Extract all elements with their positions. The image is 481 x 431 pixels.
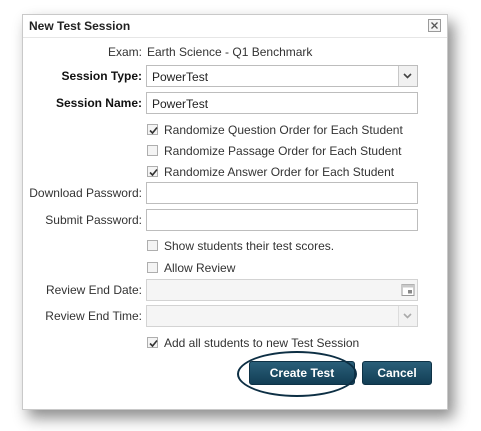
review-end-time-label: Review End Time: [45, 309, 142, 323]
submit-password-input[interactable] [146, 209, 418, 231]
exam-value: Earth Science - Q1 Benchmark [147, 45, 313, 59]
submit-password-label: Submit Password: [45, 213, 142, 227]
session-type-dropdown-button[interactable] [398, 66, 417, 86]
review-end-time-dropdown-button[interactable] [398, 306, 417, 326]
download-password-input[interactable] [146, 182, 418, 204]
highlight-oval [237, 351, 357, 397]
exam-label: Exam: [107, 45, 142, 59]
dialog-titlebar: New Test Session [23, 15, 447, 38]
add-all-students-label: Add all students to new Test Session [164, 336, 360, 350]
calendar-icon[interactable] [401, 283, 415, 297]
session-type-label: Session Type: [61, 69, 142, 83]
show-scores-checkbox[interactable] [147, 240, 158, 251]
checkmark-icon [149, 168, 158, 177]
session-type-value: PowerTest [152, 70, 209, 84]
randomize-question-checkbox[interactable] [147, 124, 158, 135]
allow-review-checkbox[interactable] [147, 262, 158, 273]
allow-review-label: Allow Review [164, 261, 236, 275]
close-button[interactable] [428, 19, 441, 32]
chevron-down-icon [403, 73, 412, 79]
randomize-passage-label: Randomize Passage Order for Each Student [164, 144, 402, 158]
session-type-select[interactable]: PowerTest [146, 65, 418, 87]
randomize-question-label: Randomize Question Order for Each Studen… [164, 123, 403, 137]
checkmark-icon [149, 339, 158, 348]
download-password-label: Download Password: [29, 186, 142, 200]
new-test-session-dialog: New Test Session Exam: Earth Science - Q… [22, 14, 448, 410]
show-scores-label: Show students their test scores. [164, 239, 335, 253]
session-name-value: PowerTest [152, 97, 209, 111]
cancel-button[interactable]: Cancel [362, 361, 432, 385]
randomize-answer-label: Randomize Answer Order for Each Student [164, 165, 395, 179]
session-name-input[interactable]: PowerTest [146, 92, 418, 114]
randomize-passage-checkbox[interactable] [147, 145, 158, 156]
chevron-down-icon [403, 313, 412, 319]
close-icon [431, 22, 438, 29]
dialog-title: New Test Session [29, 19, 131, 33]
session-name-label: Session Name: [55, 96, 142, 110]
add-all-students-checkbox[interactable] [147, 337, 158, 348]
randomize-answer-checkbox[interactable] [147, 166, 158, 177]
review-end-time-select[interactable] [146, 305, 418, 327]
review-end-date-label: Review End Date: [45, 283, 142, 297]
review-end-date-input[interactable] [146, 279, 418, 301]
checkmark-icon [149, 126, 158, 135]
